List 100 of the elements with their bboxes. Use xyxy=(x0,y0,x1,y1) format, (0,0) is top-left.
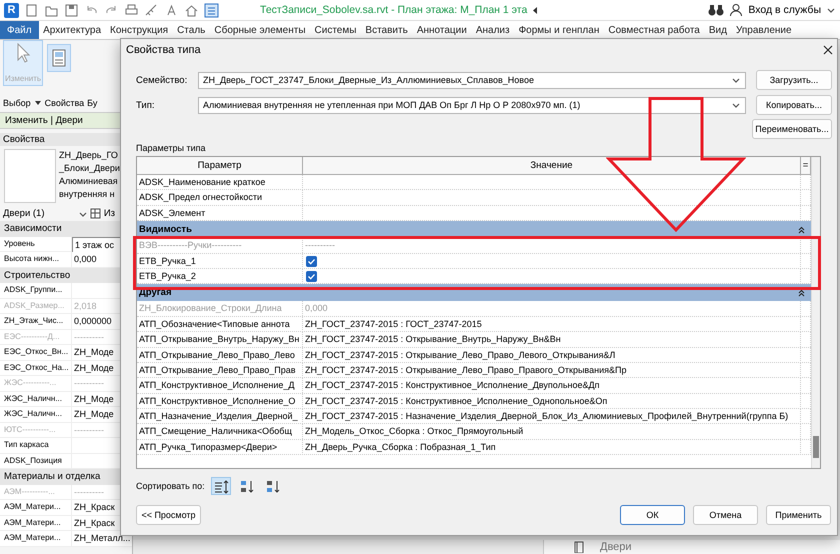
sort-label: Сортировать по: xyxy=(136,481,205,491)
ok-button[interactable]: ОК xyxy=(620,505,685,525)
parameter-value: ZH_ГОСТ_23747-2015 : Открывание_Внутрь_Наружу_Вн&Вн xyxy=(303,332,801,348)
property-value: ZH_Моде xyxy=(73,392,115,406)
parameter-name: ВЭВ----------Ручки---------- xyxy=(137,238,303,254)
caret-icon xyxy=(731,100,741,110)
ruler-icon[interactable] xyxy=(144,2,159,18)
ribbon-tab[interactable]: Аннотации xyxy=(412,21,472,39)
property-name: ЕЭС_Откос_На... xyxy=(0,360,72,375)
cancel-button[interactable]: Отмена xyxy=(693,505,758,525)
ribbon-tab[interactable]: Анализ xyxy=(471,21,514,39)
parameter-name: АТП_Открывание_Лево_Право_Лево xyxy=(137,348,303,363)
ribbon-tab[interactable]: Файл xyxy=(0,21,39,39)
group-label: Видимость xyxy=(139,224,192,236)
parameter-name: АТП_Ручка_Типоразмер<Двери> xyxy=(137,440,303,455)
copy-button[interactable]: Копировать... xyxy=(756,95,832,115)
parameter-value: ZH_ГОСТ_23747-2015 : Открывание_Лево_Право_Правого_Открывания&Пр xyxy=(303,362,801,378)
grouped-sort-button[interactable] xyxy=(210,477,231,495)
ribbon-tab[interactable]: Сборные элементы xyxy=(210,21,310,39)
parameter-value: ZH_Модель_Откос_Сборка : Откос_Прямоугольный xyxy=(303,424,801,440)
property-name: ADSK_Размер... xyxy=(0,298,72,313)
family-dropdown[interactable]: ZH_Дверь_ГОСТ_23747_Блоки_Дверные_Из_Аллюминиевых_Сплавов_Новое xyxy=(198,72,746,88)
select-menu[interactable]: Выбор xyxy=(3,98,31,108)
property-value: ---------- xyxy=(73,424,105,436)
print-icon[interactable] xyxy=(124,2,139,18)
apply-button[interactable]: Применить xyxy=(766,505,831,525)
type-dropdown[interactable]: Алюминиевая внутренняя не утепленная при МОП ДАВ Оп Брг Л Нр О Р 2080х970 мп. (1) xyxy=(198,96,746,114)
checkbox[interactable] xyxy=(306,271,317,282)
ribbon-tab[interactable]: Совместная работа xyxy=(604,21,704,39)
property-name: АЭМ----------... xyxy=(0,484,72,499)
property-value: ZH_Моде xyxy=(73,362,115,375)
person-icon xyxy=(729,3,744,17)
app-logo[interactable]: R xyxy=(4,2,19,18)
parameter-name: ADSK_Предел огнестойкости xyxy=(137,190,303,206)
save-icon[interactable] xyxy=(64,2,79,18)
parameter-value: ZH_ГОСТ_23747-2015 : Конструктивное_Исполнение_Двупольное&Дп xyxy=(303,378,801,394)
parameter-name: АТП_Конструктивное_Исполнение_Д xyxy=(137,378,303,394)
ribbon-tab[interactable]: Сталь xyxy=(172,21,210,39)
properties-label[interactable]: Свойства xyxy=(44,98,84,108)
property-value: 0,000000 xyxy=(73,315,113,328)
property-value: ZH_Краск xyxy=(73,501,116,514)
properties-button[interactable] xyxy=(47,44,71,72)
ribbon-tab[interactable]: Системы xyxy=(310,21,361,39)
property-name: ЕЭС_Откос_Вн... xyxy=(0,345,72,360)
property-value: 2,018 xyxy=(73,300,98,312)
property-value: 0,000 xyxy=(73,253,98,266)
door-icon xyxy=(574,541,584,553)
section-label: Параметры типа xyxy=(136,143,207,153)
collapse-icon[interactable] xyxy=(798,226,805,234)
property-name: ADSK_Позиция xyxy=(0,454,72,468)
category-selector[interactable]: Двери (1) xyxy=(3,208,44,219)
preview-button[interactable]: << Просмотр xyxy=(136,505,201,525)
caret-icon[interactable] xyxy=(78,210,87,218)
property-value: ZH_Моде xyxy=(73,408,115,421)
collapse-icon[interactable] xyxy=(798,288,805,297)
sort-ascending-icon xyxy=(238,478,255,494)
load-button[interactable]: Загрузить... xyxy=(756,70,832,90)
column-header[interactable]: Параметр xyxy=(137,157,303,174)
edit-type-icon[interactable] xyxy=(90,208,101,219)
house-icon[interactable] xyxy=(184,2,199,18)
property-name: ZH_Этаж_Чис... xyxy=(0,314,72,328)
edit-type-button[interactable]: Из xyxy=(104,208,115,219)
ribbon-tab[interactable]: Вставить xyxy=(360,21,412,39)
parameter-name: АТП_Открывание_Лево_Право_Прав xyxy=(137,362,303,378)
truncated-label[interactable]: Бу xyxy=(87,98,98,108)
panel-label: Двери xyxy=(600,541,632,553)
caret-icon xyxy=(731,76,741,84)
document-icon[interactable] xyxy=(24,2,39,18)
scrollbar[interactable] xyxy=(811,157,820,468)
ribbon-tab[interactable]: Формы и генплан xyxy=(514,21,604,39)
preview-image xyxy=(4,149,56,203)
property-name: Тип каркаса xyxy=(0,438,72,452)
parameter-name: АТП_Смещение_Наличника<Обобщ xyxy=(137,424,303,440)
window-title: ТестЗаписи_Sobolev.sa.rvt - План этажа: М_План 1 эта xyxy=(260,4,528,16)
column-header[interactable]: Значение xyxy=(303,157,801,174)
rename-button[interactable]: Переименовать... xyxy=(752,119,832,139)
checkbox[interactable] xyxy=(306,256,317,267)
property-value: ZH_Моде xyxy=(73,346,115,359)
caret-icon[interactable] xyxy=(826,6,836,14)
sign-in-link[interactable]: Вход в службы xyxy=(748,4,821,16)
property-name: ADSK_Группи... xyxy=(0,283,72,298)
type-name: ZH_Дверь_ГО _Блоки_Двери Алюминиевая внутренняя н xyxy=(59,149,120,201)
binoculars-icon[interactable] xyxy=(708,3,724,17)
caret-left-icon[interactable] xyxy=(532,6,538,14)
property-value: ---------- xyxy=(73,486,105,498)
parameter-value: ZH_ГОСТ_23747-2015 : Конструктивное_Исполнение_Однопольное&Оп xyxy=(303,394,801,409)
ribbon-tab[interactable]: Управление xyxy=(731,21,796,39)
ribbon-tab[interactable]: Вид xyxy=(704,21,732,39)
property-value: ---------- xyxy=(73,330,105,344)
parameter-name: ZH_Блокирование_Строки_Длина xyxy=(137,301,303,316)
property-name: ЖЭС_Наличн... xyxy=(0,392,72,406)
ribbon-tab[interactable]: Архитектура xyxy=(38,21,106,39)
parameter-value: ZH_ГОСТ_23747-2015 : Открывание_Лево_Право_Левого_Открывания&Л xyxy=(303,348,801,363)
parameter-name: АТП_Открывание_Внутрь_Наружу_Вн xyxy=(137,332,303,348)
ribbon-tab[interactable]: Конструкция xyxy=(106,21,173,39)
dialog-title: Свойства типа xyxy=(126,44,201,56)
property-name: Высота нижн... xyxy=(0,252,72,266)
close-icon[interactable] xyxy=(823,45,833,55)
caret-icon[interactable] xyxy=(34,99,42,107)
list-icon[interactable] xyxy=(204,2,219,18)
